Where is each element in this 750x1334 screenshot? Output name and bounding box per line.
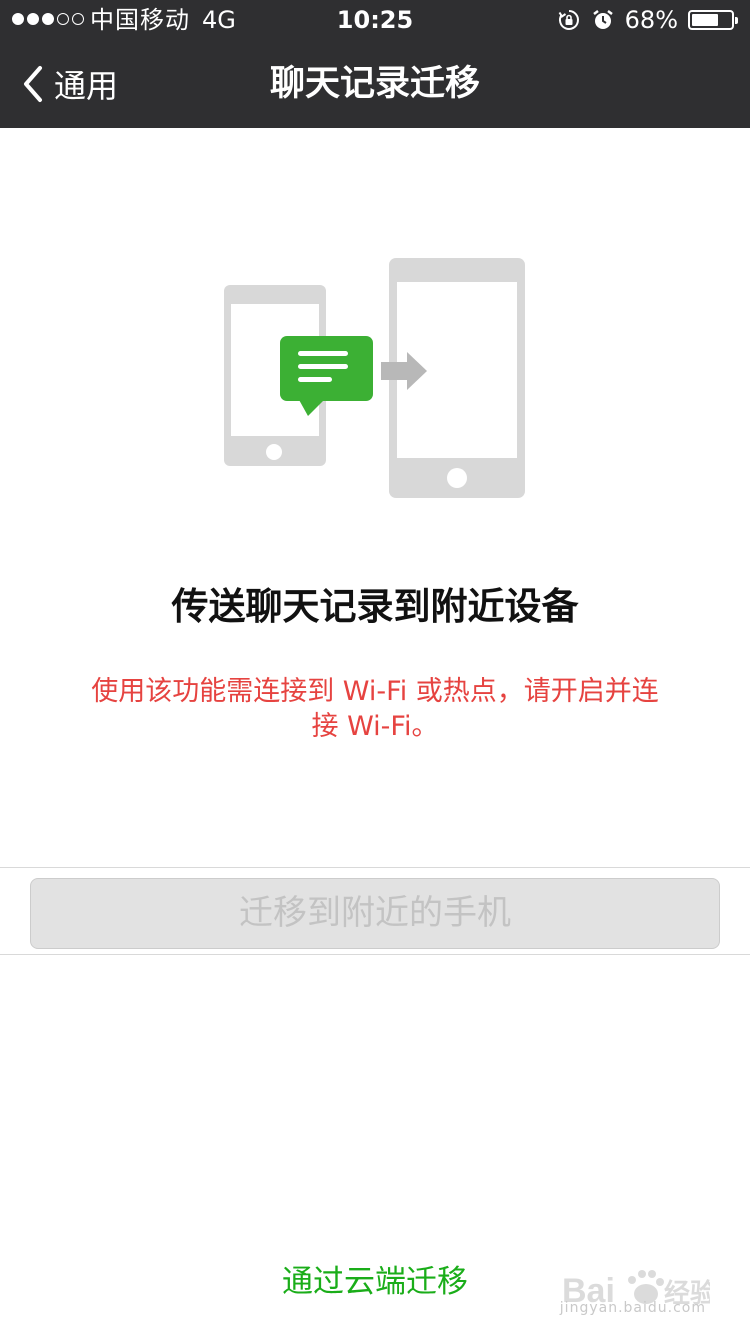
divider-bottom — [0, 954, 750, 955]
migration-illustration — [224, 258, 525, 498]
migrate-to-nearby-phone-button[interactable]: 迁移到附近的手机 — [30, 878, 720, 949]
main-heading: 传送聊天记录到附近设备 — [171, 585, 579, 628]
wifi-warning-line1: 使用该功能需连接到 Wi-Fi 或热点，请开启并连 — [91, 676, 659, 707]
wifi-warning: 使用该功能需连接到 Wi-Fi 或热点，请开启并连 接 Wi-Fi。 — [60, 674, 690, 744]
wifi-warning-line2: 接 Wi-Fi。 — [311, 711, 439, 742]
watermark-url: jingyan.baidu.com — [559, 1300, 706, 1316]
divider-top — [0, 867, 750, 868]
